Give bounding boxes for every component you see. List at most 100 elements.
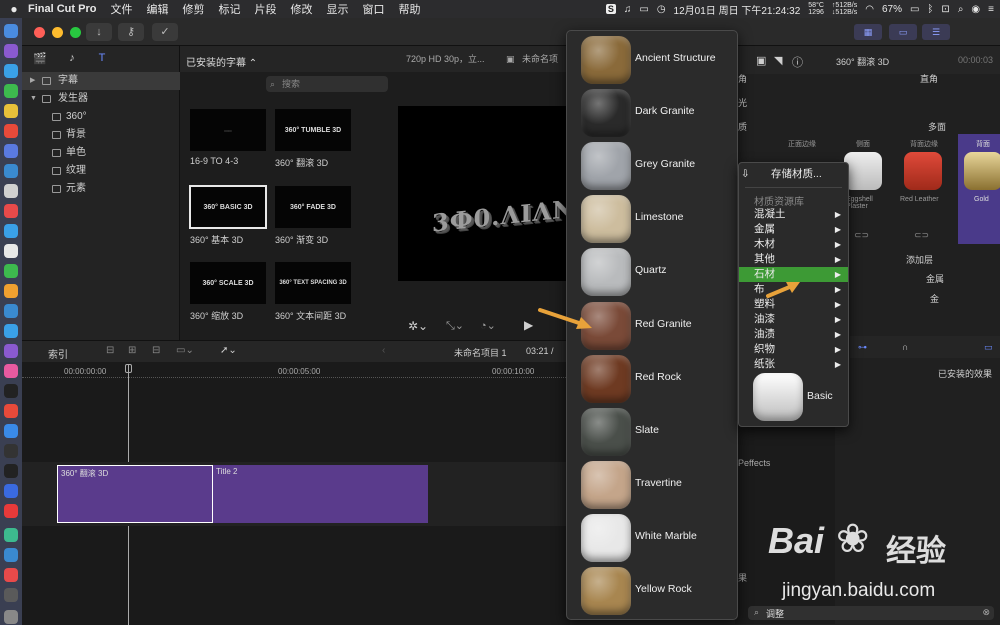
inspector-tab-video-icon[interactable]: ▣ <box>756 54 766 67</box>
tab-back-edge[interactable]: 背面边缘 <box>910 139 938 149</box>
apple-menu-icon[interactable]: ● <box>0 2 28 16</box>
texture-item-limestone[interactable]: Limestone <box>567 192 737 245</box>
tab-front-edge[interactable]: 正面边缘 <box>788 139 816 149</box>
sidebar-item-generators[interactable]: ▼ 发生器 <box>22 90 180 108</box>
menu-file[interactable]: 文件 <box>110 1 132 17</box>
background-tasks-button[interactable]: ✓ <box>152 23 178 41</box>
dock-app-icon[interactable] <box>4 484 18 498</box>
titles-generators-icon[interactable]: T <box>94 52 110 66</box>
metal-popup[interactable]: 金属 <box>926 272 944 285</box>
lighting-value[interactable]: 直角 <box>920 72 938 85</box>
sidebar-item-titles[interactable]: ▶ 字幕 <box>22 72 180 90</box>
back-icon[interactable]: ‹ <box>382 345 385 356</box>
clapper-icon[interactable]: 🎬 <box>32 52 48 66</box>
viewer-format[interactable]: 720p HD 30p，立... <box>406 46 485 72</box>
insert-clip-icon[interactable]: ⊞ <box>128 345 136 356</box>
dock-app-icon[interactable] <box>4 144 18 158</box>
browser-layout-button[interactable]: ▦ <box>854 24 882 40</box>
dock-yandex-icon[interactable] <box>4 504 18 518</box>
dock-app-icon[interactable] <box>4 344 18 358</box>
browser-search-input[interactable]: ⌕ 搜索 <box>266 76 388 92</box>
dock-app-icon[interactable] <box>4 224 18 238</box>
connect-clip-icon[interactable]: ⊟ <box>106 345 114 356</box>
bluetooth-icon[interactable]: ᛒ <box>927 4 933 15</box>
texture-item-quartz[interactable]: Quartz <box>567 245 737 298</box>
menu-item-metal[interactable]: 金属 ▶ <box>739 222 848 237</box>
battery-icon[interactable]: ▭ <box>910 4 919 15</box>
swatch-red-leather[interactable] <box>904 152 942 190</box>
swatch-gold[interactable] <box>964 152 1000 190</box>
audio-icon[interactable]: ⊶ <box>858 342 867 353</box>
texture-item-grey-granite[interactable]: Grey Granite <box>567 139 737 192</box>
siri-icon[interactable]: ◉ <box>971 4 980 15</box>
dock-terminal-icon[interactable] <box>4 464 18 478</box>
save-material-item[interactable]: ⇩ 存储材质... <box>739 167 848 182</box>
dock-app-icon[interactable] <box>4 324 18 338</box>
disclosure-down-icon[interactable]: ▼ <box>30 90 37 108</box>
status-icon-s[interactable]: S <box>605 4 616 14</box>
wifi-icon[interactable]: ◠ <box>865 4 874 15</box>
dock-app-icon[interactable] <box>4 364 18 378</box>
playhead-knob-icon[interactable] <box>125 364 132 373</box>
viewer-canvas[interactable]: 3Ф0.ΛΙΛΝΒΓΕ <box>398 106 570 281</box>
overwrite-clip-icon[interactable]: ▭⌄ <box>176 345 194 356</box>
menu-item-paper[interactable]: 纸张 ▶ <box>739 357 848 372</box>
control-center-icon[interactable]: ≡ <box>988 4 994 15</box>
sidebar-item-solids[interactable]: 单色 <box>22 144 180 162</box>
thumb-360-basic[interactable]: 360° BASIC 3D <box>189 185 267 229</box>
headphone-icon[interactable]: ∩ <box>902 342 908 352</box>
dock-app-icon[interactable] <box>4 184 18 198</box>
texture-item-slate[interactable]: Slate <box>567 405 737 458</box>
dock-chrome-icon[interactable] <box>4 104 18 118</box>
dock-app-icon[interactable] <box>4 284 18 298</box>
thumb-360-fade[interactable]: 360° FADE 3D <box>275 186 351 228</box>
texture-item-white-marble[interactable]: White Marble <box>567 511 737 564</box>
dock-appstore-icon[interactable] <box>4 424 18 438</box>
spotlight-icon[interactable]: ⌕ <box>958 4 964 15</box>
dock-finder-icon[interactable] <box>4 24 18 38</box>
dock-app-icon[interactable] <box>4 444 18 458</box>
browser-category-popup[interactable]: 已安装的字幕 ⌃ <box>186 54 257 69</box>
360-viewer-icon[interactable]: ✲⌄ <box>408 319 428 333</box>
select-tool-icon[interactable]: ➚⌄ <box>220 345 237 356</box>
link-icon[interactable]: ⊂⊃ <box>854 230 869 241</box>
link-icon[interactable]: ⊂⊃ <box>914 230 929 241</box>
inspector-tab-transition-icon[interactable]: ◥ <box>774 54 782 67</box>
menu-mark[interactable]: 标记 <box>218 1 240 17</box>
clock-text[interactable]: 12月01日 周日 下午21:24:32 <box>674 2 801 17</box>
dock-fcp-icon[interactable] <box>4 588 18 602</box>
clip-title-2[interactable]: Title 2 <box>213 465 428 523</box>
effects-browser-button[interactable]: ▭ <box>984 342 993 353</box>
texture-item-travertine[interactable]: Travertine <box>567 458 737 511</box>
clock-icon[interactable]: ◷ <box>657 4 666 15</box>
music-photo-icon[interactable]: ♪ <box>64 52 80 66</box>
menu-trim[interactable]: 修剪 <box>182 1 204 17</box>
close-window-button[interactable] <box>34 27 45 38</box>
dock-app-icon[interactable] <box>4 548 18 562</box>
thumb-360-scale[interactable]: 360° SCALE 3D <box>190 262 266 304</box>
index-button[interactable]: 索引 <box>48 346 68 361</box>
menu-edit[interactable]: 编辑 <box>146 1 168 17</box>
texture-item-dark-granite[interactable]: Dark Granite <box>567 86 737 139</box>
disclosure-right-icon[interactable]: ▶ <box>30 72 35 90</box>
display-icon[interactable]: ▭ <box>639 4 648 15</box>
gold-popup[interactable]: 金 <box>930 292 939 305</box>
info-icon[interactable]: ⓘ <box>792 54 803 70</box>
dock-wechat-icon[interactable] <box>4 84 18 98</box>
net-stats[interactable]: ↑512B/s ↓512B/s <box>832 2 857 16</box>
sidebar-item-textures[interactable]: 纹理 <box>22 162 180 180</box>
thumb-360-tumble[interactable]: 360° TUMBLE 3D <box>275 109 351 151</box>
dock-launchpad-icon[interactable] <box>4 44 18 58</box>
texture-item-yellow-rock[interactable]: Yellow Rock <box>567 564 737 617</box>
keyword-button[interactable]: ⚷ <box>118 23 144 41</box>
timeline-layout-button[interactable]: ▭ <box>889 24 917 40</box>
effects-item[interactable]: Peffects <box>738 458 770 468</box>
menu-item-wood[interactable]: 木材 ▶ <box>739 237 848 252</box>
texture-item-red-rock[interactable]: Red Rock <box>567 352 737 405</box>
menu-item-basic[interactable]: Basic <box>739 373 848 423</box>
menu-item-stain[interactable]: 油渍 ▶ <box>739 327 848 342</box>
lock-icon[interactable]: ⊡ <box>941 4 949 15</box>
dock-app-icon[interactable] <box>4 568 18 582</box>
menu-window[interactable]: 窗口 <box>362 1 384 17</box>
dock-app-icon[interactable] <box>4 244 18 258</box>
